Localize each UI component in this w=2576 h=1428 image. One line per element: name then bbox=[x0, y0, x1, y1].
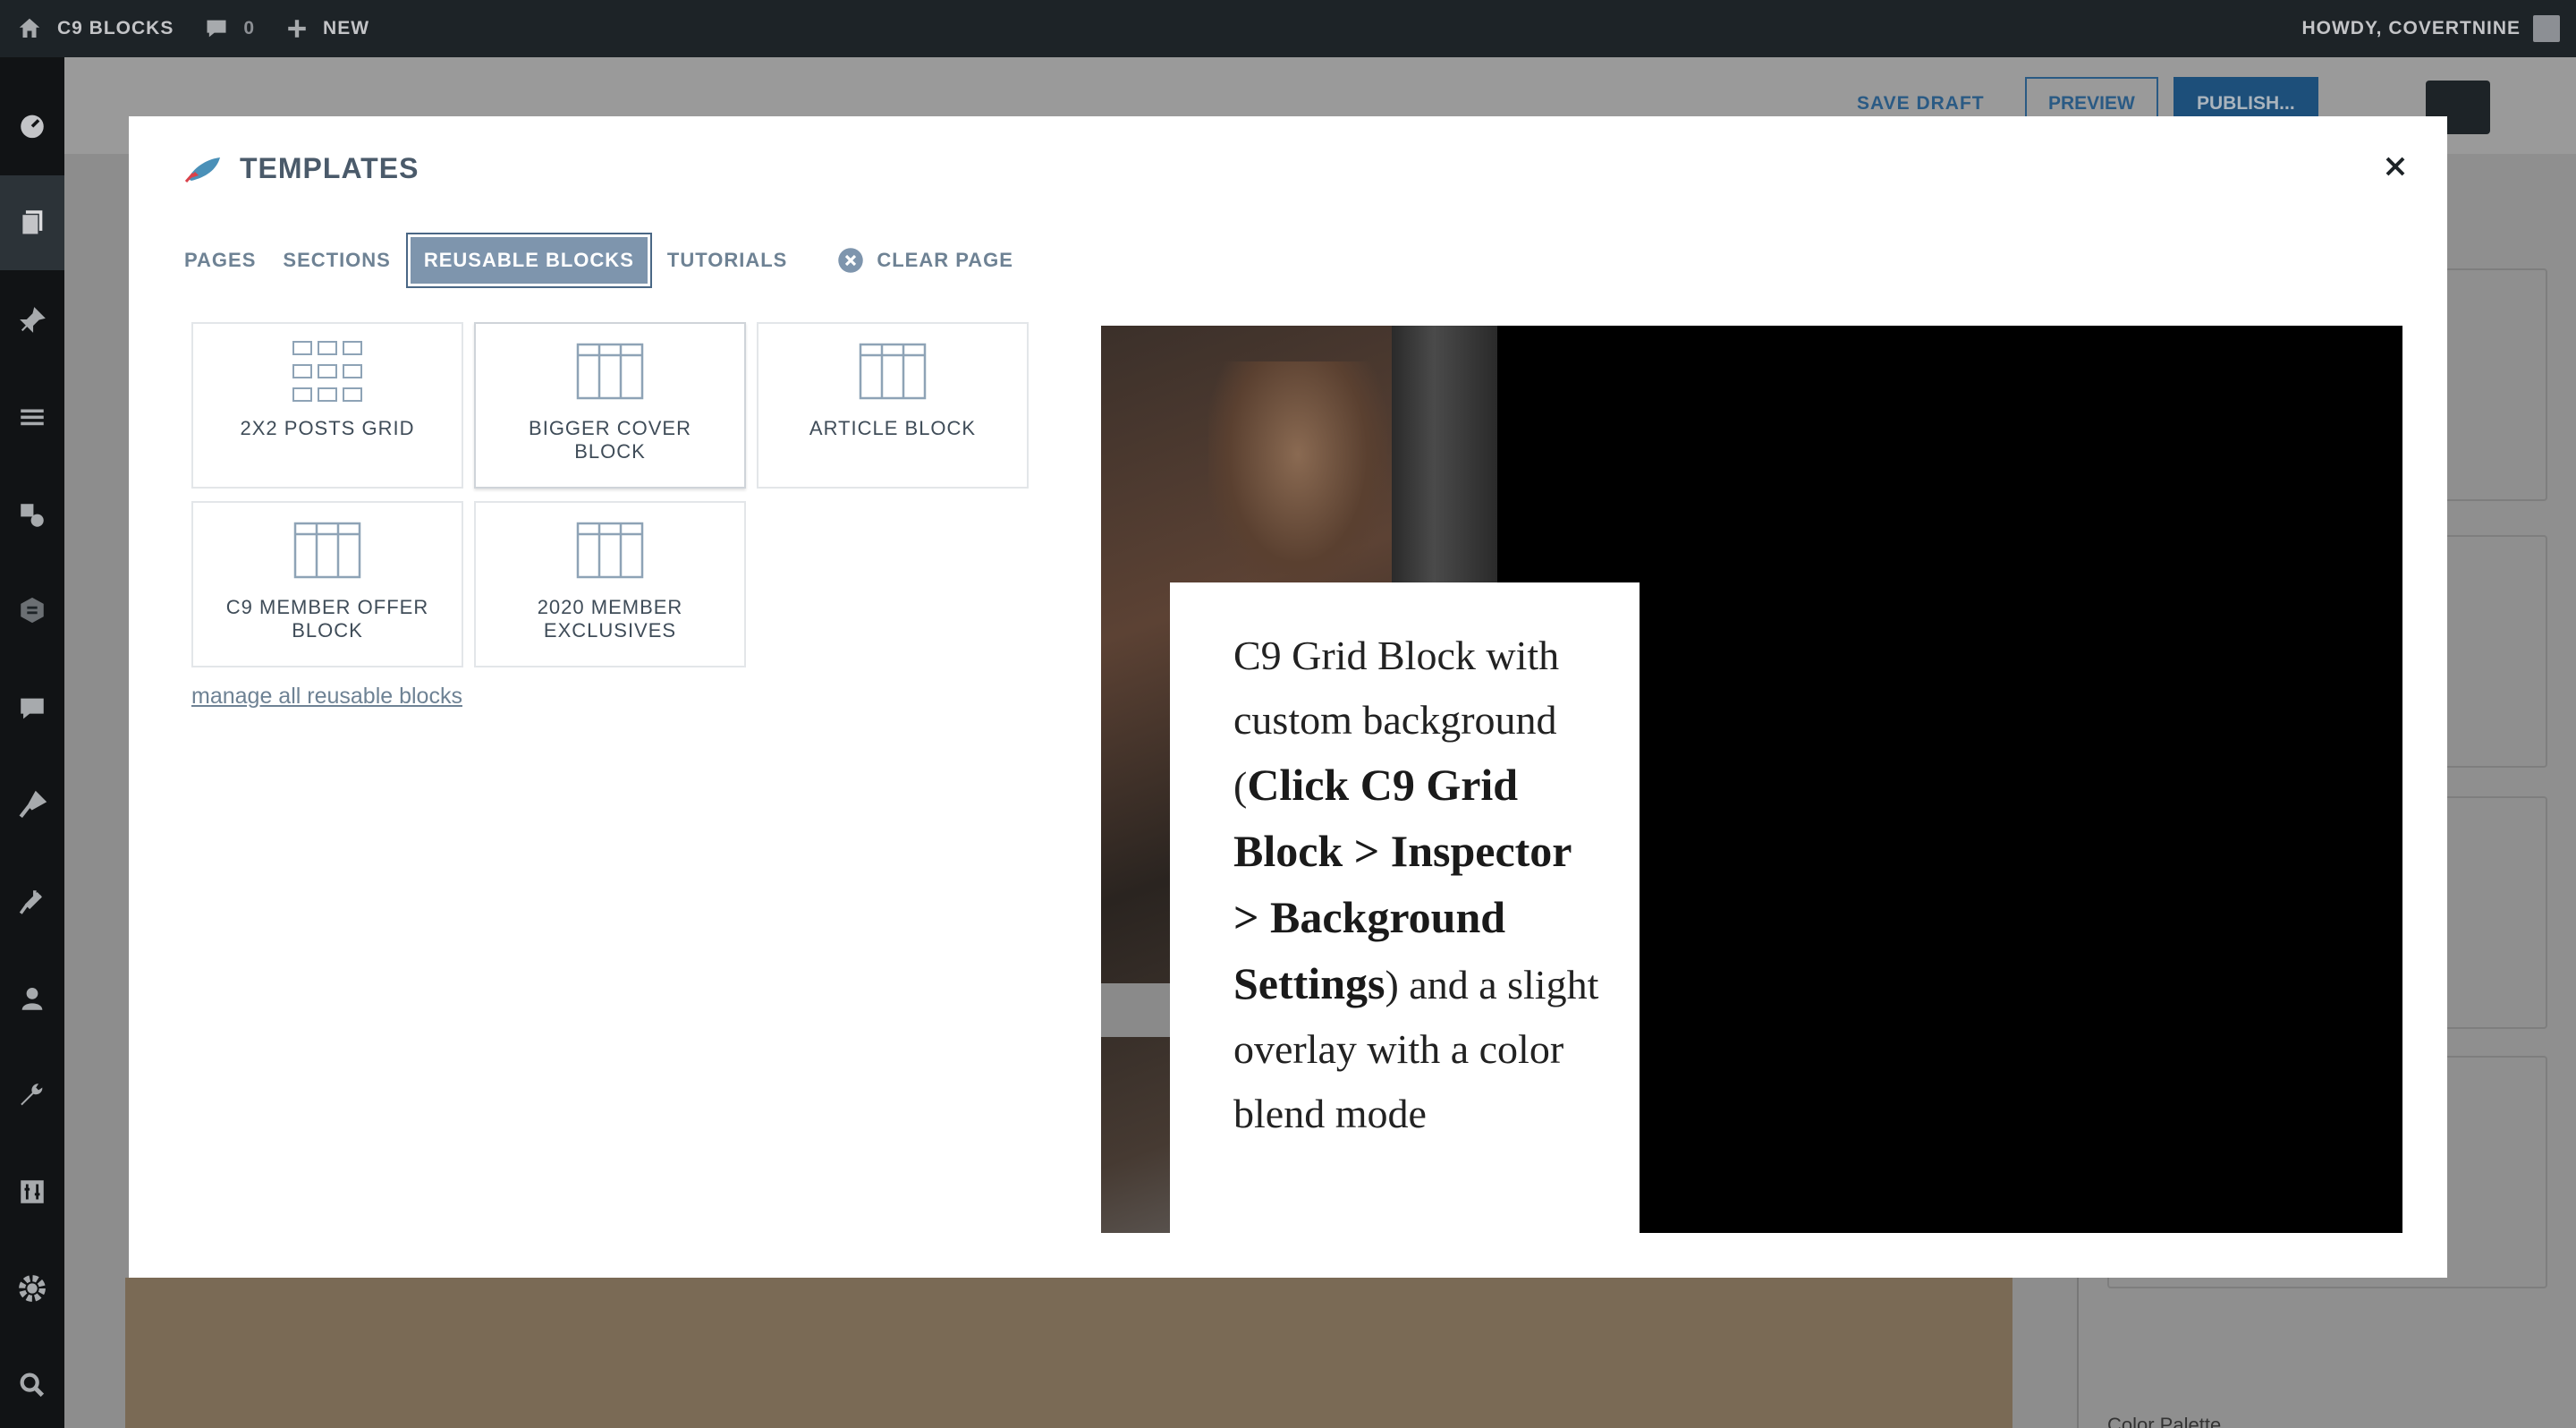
forms-icon[interactable] bbox=[13, 591, 52, 630]
account-menu[interactable]: HOWDY, COVERTNINE bbox=[2301, 15, 2560, 42]
tab-reusable-blocks[interactable]: REUSABLE BLOCKS bbox=[405, 233, 652, 288]
clear-page-label: CLEAR PAGE bbox=[877, 249, 1013, 271]
block-preview: C9 Grid Block with custom background (Cl… bbox=[1101, 326, 2402, 1233]
painting-figure bbox=[1208, 361, 1387, 594]
templates-modal: TEMPLATES PAGES SECTIONS REUSABLE BLOCKS… bbox=[129, 116, 2447, 1278]
gear-sidebar-icon[interactable] bbox=[13, 1269, 52, 1308]
avatar bbox=[2533, 15, 2560, 42]
pin-icon[interactable] bbox=[13, 301, 52, 340]
manage-reusable-blocks-link[interactable]: manage all reusable blocks bbox=[191, 684, 462, 710]
grid-icon bbox=[292, 338, 363, 404]
greeting: HOWDY, COVERTNINE bbox=[2301, 18, 2521, 38]
tools-icon[interactable] bbox=[13, 1075, 52, 1115]
block-card-label: ARTICLE BLOCK bbox=[809, 417, 977, 439]
rocket-logo-icon bbox=[184, 157, 220, 183]
comment-icon bbox=[207, 20, 226, 38]
admin-sidebar bbox=[0, 57, 64, 1428]
editor-canvas bbox=[125, 1278, 2012, 1428]
template-tabs: PAGES SECTIONS REUSABLE BLOCKS TUTORIALS… bbox=[184, 233, 1027, 288]
columns-icon bbox=[576, 338, 644, 404]
save-draft-button[interactable]: SAVE DRAFT bbox=[1857, 93, 1985, 115]
color-palette-label: Color Palette bbox=[2107, 1414, 2222, 1428]
home-icon bbox=[19, 18, 40, 38]
modal-title: TEMPLATES bbox=[240, 152, 419, 184]
tab-sections[interactable]: SECTIONS bbox=[269, 234, 403, 286]
users-icon[interactable] bbox=[13, 979, 52, 1018]
modal-header: TEMPLATES bbox=[184, 152, 419, 185]
new-content-link[interactable]: NEW bbox=[285, 17, 369, 40]
columns-icon bbox=[576, 517, 644, 583]
tab-tutorials[interactable]: TUTORIALS bbox=[654, 234, 801, 286]
clear-circle-icon bbox=[838, 248, 864, 273]
columns-icon bbox=[859, 338, 927, 404]
clear-page-button[interactable]: CLEAR PAGE bbox=[824, 234, 1027, 286]
appearance-icon[interactable] bbox=[13, 786, 52, 825]
comments-count: 0 bbox=[243, 18, 256, 38]
close-button[interactable] bbox=[2379, 150, 2411, 183]
comments-sidebar-icon[interactable] bbox=[13, 689, 52, 728]
block-card-label: C9 MEMBER OFFER BLOCK bbox=[225, 596, 429, 642]
block-card-2020-member-exclusives[interactable]: 2020 MEMBER EXCLUSIVES bbox=[474, 501, 746, 667]
close-icon bbox=[2385, 157, 2405, 176]
block-card-label: BIGGER COVER BLOCK bbox=[529, 417, 691, 463]
dashboard-icon[interactable] bbox=[13, 106, 52, 145]
plugins-icon[interactable] bbox=[13, 882, 52, 922]
block-card-2x2-posts-grid[interactable]: 2X2 POSTS GRID bbox=[191, 322, 463, 489]
settings-sliders-icon[interactable] bbox=[13, 1172, 52, 1211]
pages-icon[interactable] bbox=[13, 202, 52, 242]
site-name: C9 BLOCKS bbox=[57, 18, 174, 38]
block-card-c9-member-offer-block[interactable]: C9 MEMBER OFFER BLOCK bbox=[191, 501, 463, 667]
admin-bar: C9 BLOCKS 0 NEW HOWDY, COVERTNINE bbox=[0, 0, 2576, 57]
columns-icon bbox=[293, 517, 361, 583]
block-card-bigger-cover-block[interactable]: BIGGER COVER BLOCK bbox=[474, 322, 746, 489]
block-card-label: 2X2 POSTS GRID bbox=[240, 417, 415, 439]
preview-text-card: C9 Grid Block with custom background (Cl… bbox=[1170, 582, 1640, 1233]
tab-pages[interactable]: PAGES bbox=[184, 234, 269, 286]
media-icon[interactable] bbox=[13, 496, 52, 535]
site-home-link[interactable]: C9 BLOCKS bbox=[16, 15, 174, 42]
new-label: NEW bbox=[323, 18, 370, 38]
menu-lines-icon[interactable] bbox=[13, 397, 52, 437]
search-sidebar-icon[interactable] bbox=[13, 1365, 52, 1405]
plus-icon bbox=[288, 20, 306, 38]
comments-link[interactable]: 0 bbox=[204, 16, 255, 41]
block-card-label: 2020 MEMBER EXCLUSIVES bbox=[537, 596, 683, 642]
block-card-article-block[interactable]: ARTICLE BLOCK bbox=[757, 322, 1029, 489]
